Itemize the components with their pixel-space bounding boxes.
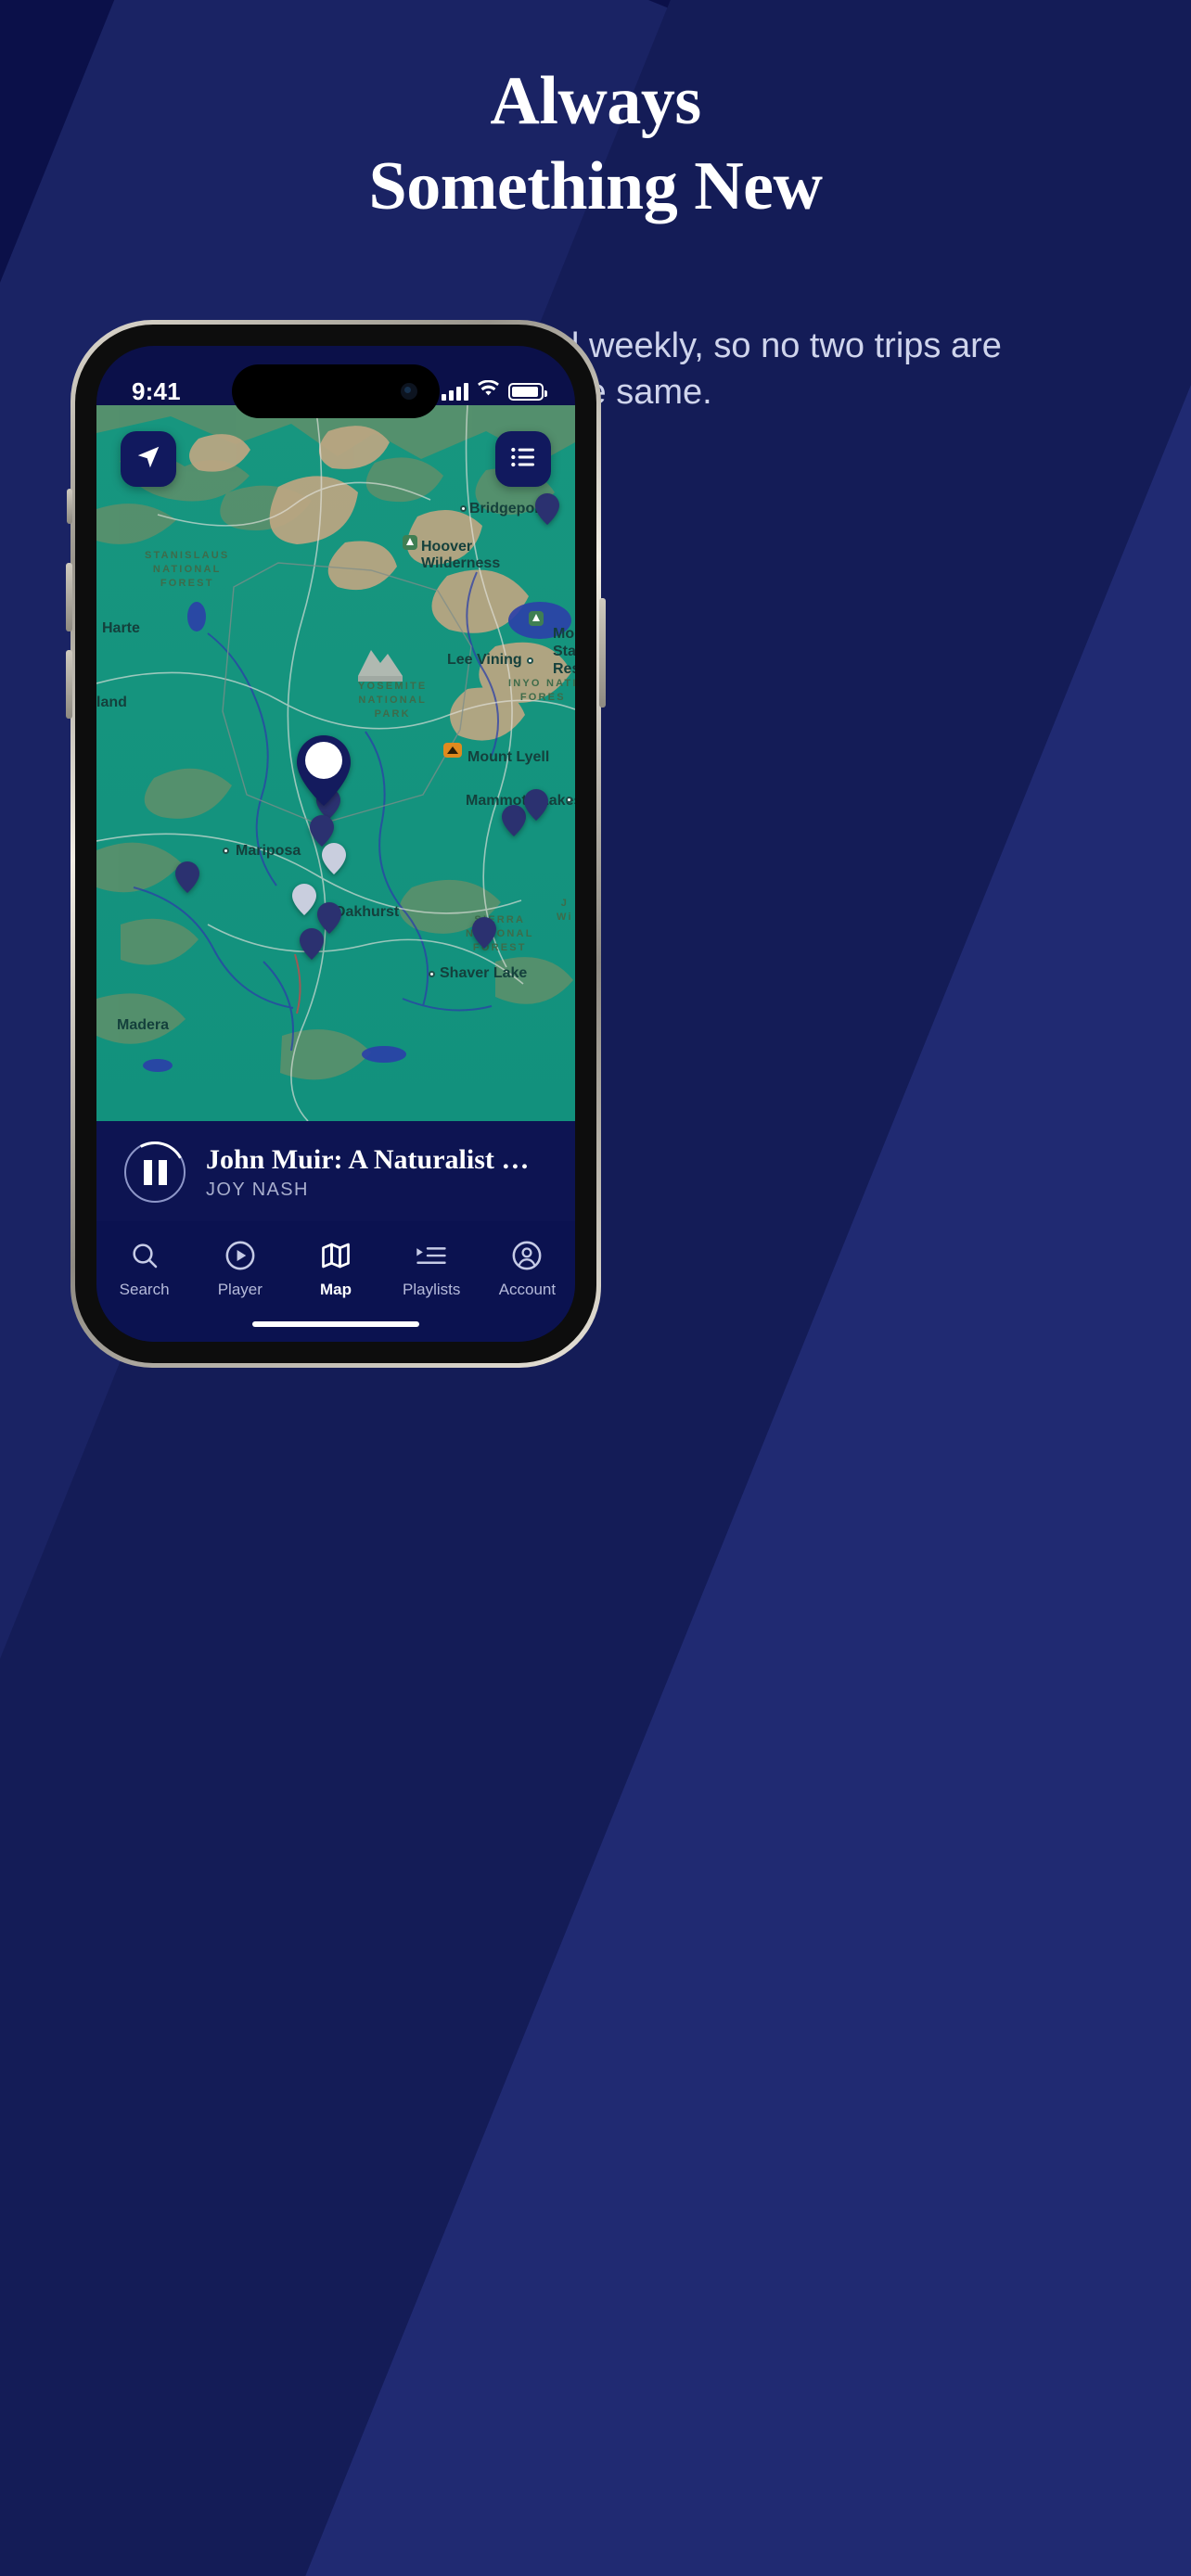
list-view-button[interactable] [495, 431, 551, 487]
play-circle-icon [223, 1238, 258, 1273]
pin-bridgeport[interactable] [535, 493, 559, 525]
front-camera-icon [401, 383, 417, 400]
tab-search[interactable]: Search [96, 1238, 192, 1299]
phone-mute-switch[interactable] [67, 489, 72, 524]
search-icon [127, 1238, 162, 1273]
status-icons [442, 379, 547, 402]
pin-selected-yosemite[interactable] [297, 735, 351, 806]
signal-bars-icon [442, 382, 468, 401]
pin-yosemite-southwest[interactable] [310, 815, 334, 847]
tab-player-label: Player [217, 1281, 263, 1298]
player-track-author: JOY NASH [206, 1179, 309, 1200]
status-time: 9:41 [132, 376, 181, 405]
pin-bass-lake[interactable] [292, 884, 316, 915]
phone-volume-down-button[interactable] [66, 650, 72, 719]
map-dot-mariposa [223, 848, 229, 854]
playlist-icon [414, 1238, 449, 1273]
pin-mariposa[interactable] [175, 861, 199, 893]
phone-volume-up-button[interactable] [66, 563, 72, 631]
tab-playlists[interactable]: Playlists [384, 1238, 480, 1299]
phone-power-button[interactable] [599, 598, 606, 708]
mini-player[interactable]: John Muir: A Naturalist Begins JOY NASH [96, 1121, 575, 1223]
phone-screen: Bridgeport Hoover Wilderness STANISLAUS … [96, 346, 575, 1342]
dynamic-island [232, 364, 440, 418]
tab-map[interactable]: Map [288, 1238, 383, 1299]
tab-playlists-label: Playlists [403, 1281, 461, 1298]
list-icon [508, 442, 538, 477]
page-title: Always Something New [0, 67, 1191, 221]
player-text: John Muir: A Naturalist Begins JOY NASH [206, 1144, 547, 1201]
progress-ring [117, 1134, 193, 1210]
map-dot-lee-vining [527, 657, 533, 664]
tab-map-label: Map [320, 1281, 352, 1298]
map-icon [318, 1238, 353, 1273]
pin-mammoth-b[interactable] [524, 789, 548, 821]
pin-sierra-forest[interactable] [472, 917, 496, 949]
player-track-title: John Muir: A Naturalist Begins [206, 1143, 547, 1175]
account-icon [509, 1238, 544, 1273]
tab-account-label: Account [498, 1281, 557, 1298]
wifi-icon [477, 379, 500, 402]
pin-wawona[interactable] [322, 843, 346, 874]
locate-me-button[interactable] [121, 431, 176, 487]
map-dot-mammoth-lakes [566, 797, 572, 803]
map-view[interactable]: Bridgeport Hoover Wilderness STANISLAUS … [96, 405, 575, 1121]
tab-bar[interactable]: Search Player Map Playlists Account [96, 1221, 575, 1342]
tab-search-label: Search [119, 1281, 170, 1298]
navigation-arrow-icon [134, 443, 162, 476]
pin-mammoth-a[interactable] [502, 805, 526, 836]
tab-account[interactable]: Account [480, 1238, 575, 1299]
battery-icon [508, 382, 547, 401]
map-dot-bridgeport [460, 505, 467, 512]
play-pause-button[interactable] [117, 1134, 193, 1210]
headline-line-2: Something New [368, 148, 823, 224]
map-dot-shaver-lake [429, 971, 435, 977]
pin-coarsegold[interactable] [300, 928, 324, 960]
phone-mockup: Bridgeport Hoover Wilderness STANISLAUS … [66, 320, 606, 1368]
tab-player[interactable]: Player [192, 1238, 288, 1299]
home-indicator[interactable] [252, 1321, 419, 1327]
headline-line-1: Always [490, 63, 701, 139]
